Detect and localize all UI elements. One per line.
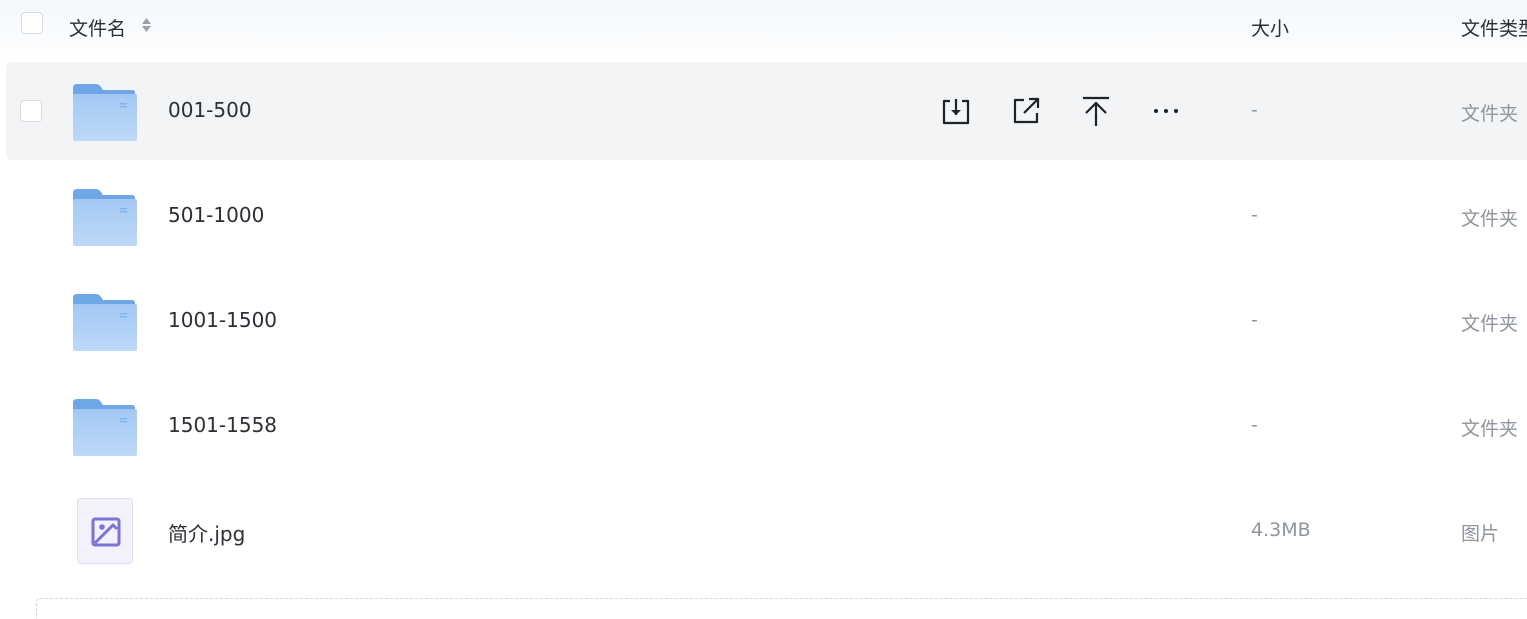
file-name[interactable]: 001-500 <box>168 98 252 122</box>
file-size: - <box>1251 204 1258 226</box>
folder-icon <box>73 84 137 141</box>
select-all-checkbox[interactable] <box>21 12 43 34</box>
folder-icon <box>73 399 137 456</box>
table-row[interactable]: 简介.jpg 4.3MB 图片 <box>6 482 1527 580</box>
image-file-icon <box>77 498 133 564</box>
table-row[interactable]: 1001-1500 - 文件夹 <box>6 272 1527 370</box>
file-list: 文件名 大小 文件类型 001-500 <box>0 0 1527 619</box>
column-header-name[interactable]: 文件名 <box>69 14 126 41</box>
row-checkbox[interactable] <box>20 100 42 122</box>
file-size: - <box>1251 309 1258 331</box>
file-name[interactable]: 1001-1500 <box>168 308 277 332</box>
file-name[interactable]: 简介.jpg <box>168 518 245 547</box>
image-glyph-icon <box>91 517 121 547</box>
more-icon[interactable] <box>1150 95 1182 127</box>
folder-icon <box>73 294 137 351</box>
column-header-size[interactable]: 大小 <box>1251 14 1289 41</box>
file-name[interactable]: 501-1000 <box>168 203 264 227</box>
file-list-header: 文件名 大小 文件类型 <box>0 0 1527 50</box>
share-icon[interactable] <box>1010 95 1042 127</box>
file-size: - <box>1251 414 1258 436</box>
file-size: 4.3MB <box>1251 519 1311 541</box>
file-type: 文件夹 <box>1461 208 1519 230</box>
file-type: 图片 <box>1461 523 1500 545</box>
table-row[interactable]: 1501-1558 - 文件夹 <box>6 377 1527 475</box>
table-row[interactable]: 501-1000 - 文件夹 <box>6 167 1527 265</box>
column-header-type[interactable]: 文件类型 <box>1461 14 1527 41</box>
file-type: 文件夹 <box>1461 103 1519 125</box>
folder-icon <box>73 189 137 246</box>
download-icon[interactable] <box>940 95 972 127</box>
file-size: - <box>1251 99 1258 121</box>
file-type: 文件夹 <box>1461 313 1519 335</box>
sort-icon[interactable] <box>141 15 152 35</box>
file-name[interactable]: 1501-1558 <box>168 413 277 437</box>
file-type: 文件夹 <box>1461 418 1519 440</box>
table-row[interactable]: 001-500 - 文件夹 <box>6 62 1527 160</box>
dropzone-border <box>36 598 1527 619</box>
move-to-top-icon[interactable] <box>1080 95 1112 127</box>
